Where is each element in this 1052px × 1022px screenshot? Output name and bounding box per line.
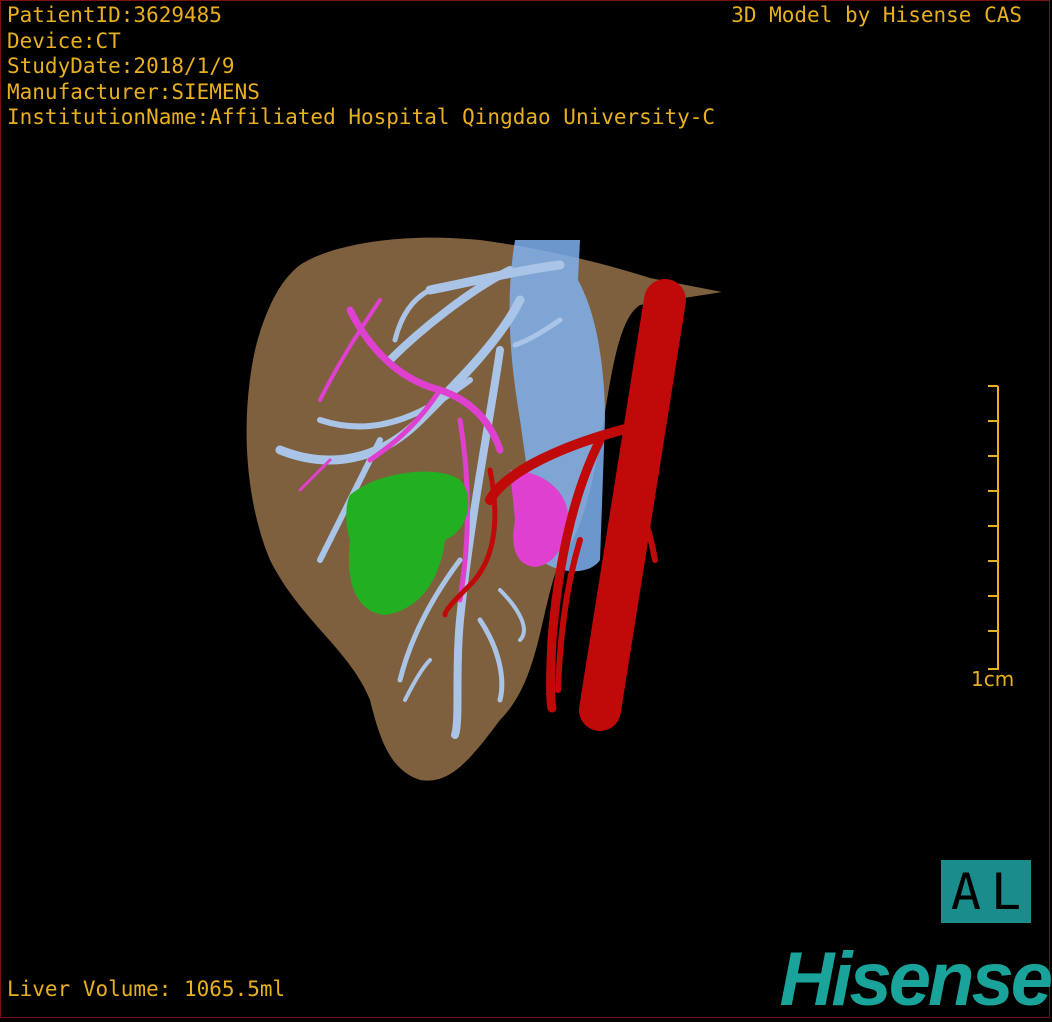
liver-volume: Liver Volume: 1065.5ml — [7, 977, 286, 1001]
scale-label: 1cm — [971, 667, 1015, 691]
orientation-indicator: A L — [941, 860, 1031, 923]
hisense-logo: Hisense — [779, 937, 1052, 1022]
orientation-right: L — [991, 862, 1022, 921]
scale-bar — [988, 385, 999, 670]
orientation-left: A — [950, 862, 981, 921]
3d-liver-model[interactable] — [0, 0, 1052, 1020]
